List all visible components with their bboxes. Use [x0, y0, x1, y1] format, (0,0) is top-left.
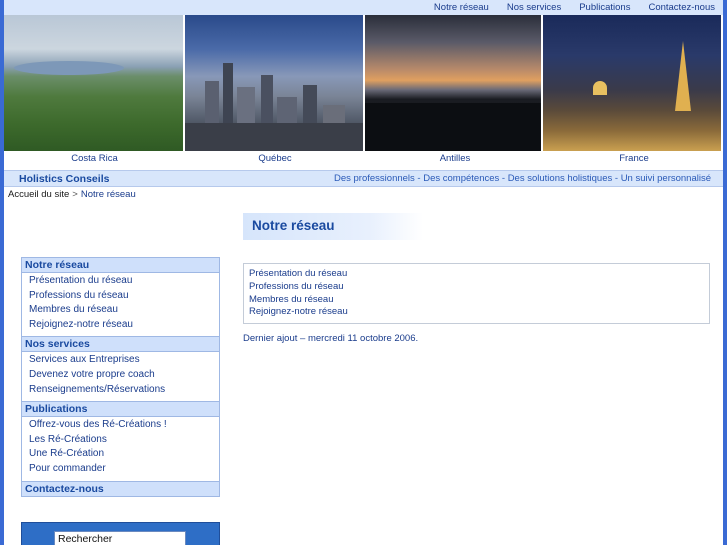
sidebar-group-publications: Offrez-vous des Ré-Créations ! Les Ré-Cr… — [21, 417, 220, 481]
search-input[interactable] — [54, 531, 186, 545]
window-frame-right — [723, 0, 727, 545]
brand-bar: Holistics Conseils Des professionnels - … — [4, 170, 723, 187]
page-title: Notre réseau — [243, 213, 423, 240]
dome-shape — [593, 81, 607, 95]
sidebar-heading-publications[interactable]: Publications — [21, 401, 220, 418]
breadcrumb-home[interactable]: Accueil du site — [8, 189, 69, 200]
caption-costa-rica: Costa Rica — [71, 153, 118, 164]
eiffel-tower-shape — [675, 41, 691, 111]
topnav-notre-reseau[interactable]: Notre réseau — [434, 2, 489, 13]
sidebar-group-notre-reseau: Présentation du réseau Professions du ré… — [21, 273, 220, 337]
sidebar-item-une-re-creation[interactable]: Une Ré-Création — [22, 448, 219, 463]
topnav-publications[interactable]: Publications — [579, 2, 630, 13]
sidebar-menu: Notre réseau Présentation du réseau Prof… — [21, 257, 220, 497]
content-link-membres[interactable]: Membres du réseau — [249, 294, 709, 307]
content-link-rejoignez[interactable]: Rejoignez-notre réseau — [249, 306, 709, 319]
top-navigation: Notre réseau Nos services Publications C… — [4, 0, 723, 15]
photo-france — [543, 15, 721, 151]
content-link-professions[interactable]: Professions du réseau — [249, 281, 709, 294]
photo-captions: Costa Rica Québec Antilles France — [4, 153, 723, 167]
sidebar-item-re-creations[interactable]: Les Ré-Créations — [22, 434, 219, 449]
caption-france: France — [619, 153, 649, 164]
sidebar-heading-notre-reseau[interactable]: Notre réseau — [21, 257, 220, 273]
photo-costa-rica — [4, 15, 185, 151]
breadcrumb: Accueil du site > Notre réseau — [8, 189, 136, 200]
sidebar-item-coach[interactable]: Devenez votre propre coach — [22, 369, 219, 384]
header-photo-banner — [4, 15, 723, 151]
brand-slogan: Des professionnels - Des compétences - D… — [333, 173, 711, 184]
photo-lake-shape — [14, 61, 124, 75]
topnav-nos-services[interactable]: Nos services — [507, 2, 561, 13]
sidebar-item-professions[interactable]: Professions du réseau — [22, 290, 219, 305]
sidebar-item-services-entreprises[interactable]: Services aux Entreprises — [22, 354, 219, 369]
skyline-base — [185, 123, 363, 151]
caption-quebec: Québec — [258, 153, 292, 164]
content-link-presentation[interactable]: Présentation du réseau — [249, 268, 709, 281]
sidebar-item-rejoignez[interactable]: Rejoignez-notre réseau — [22, 319, 219, 334]
sidebar-item-membres[interactable]: Membres du réseau — [22, 304, 219, 319]
sidebar-item-offrez-vous[interactable]: Offrez-vous des Ré-Créations ! — [22, 419, 219, 434]
breadcrumb-separator: > — [72, 189, 78, 200]
breadcrumb-current[interactable]: Notre réseau — [81, 189, 136, 200]
sidebar-item-presentation[interactable]: Présentation du réseau — [22, 275, 219, 290]
last-update-text: Dernier ajout – mercredi 11 octobre 2006… — [243, 333, 419, 344]
photo-sea-shape — [365, 103, 541, 151]
search-panel — [21, 522, 220, 545]
sidebar-heading-nos-services[interactable]: Nos services — [21, 336, 220, 353]
sidebar-item-commander[interactable]: Pour commander — [22, 463, 219, 478]
section-links-box: Présentation du réseau Professions du ré… — [243, 263, 710, 324]
topnav-contactez-nous[interactable]: Contactez-nous — [648, 2, 715, 13]
sidebar-heading-contactez-nous[interactable]: Contactez-nous — [21, 480, 220, 497]
caption-antilles: Antilles — [439, 153, 471, 164]
photo-quebec — [185, 15, 365, 151]
sidebar-group-nos-services: Services aux Entreprises Devenez votre p… — [21, 352, 220, 402]
sidebar-item-renseignements[interactable]: Renseignements/Réservations — [22, 384, 219, 399]
brand-name: Holistics Conseils — [19, 172, 110, 185]
photo-antilles — [365, 15, 543, 151]
